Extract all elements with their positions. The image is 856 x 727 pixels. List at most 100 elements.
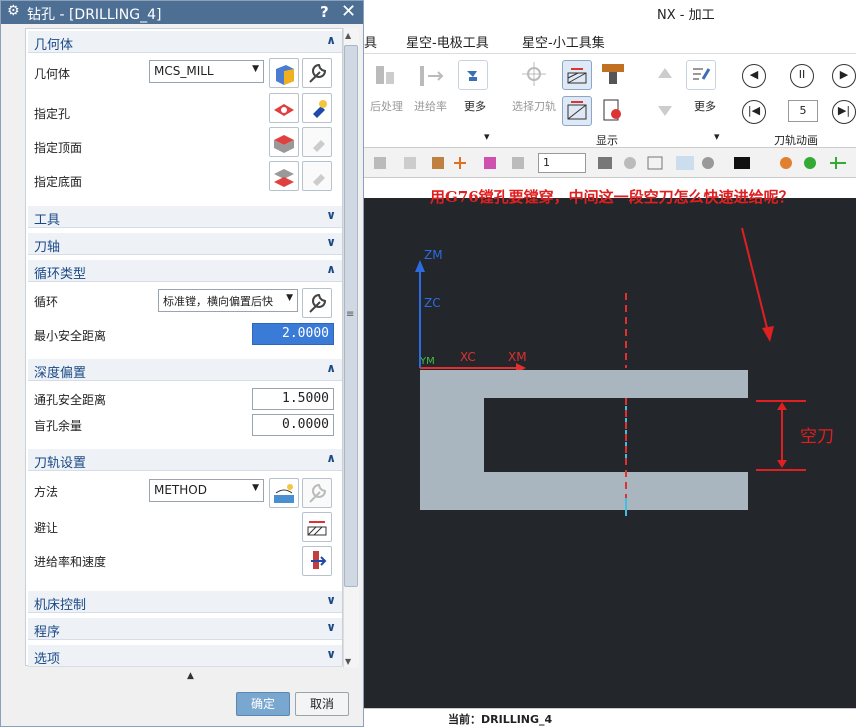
close-icon[interactable]: ✕ xyxy=(341,1,356,22)
drilling-viewport-drawing xyxy=(415,227,806,516)
section-geometry-title: 几何体 xyxy=(34,38,74,53)
section-tool[interactable]: 工具 ∨ xyxy=(28,206,342,228)
gear-icon[interactable]: ⚙ xyxy=(7,3,20,19)
more2-dropdown-icon[interactable] xyxy=(686,60,716,90)
section-path-settings[interactable]: 刀轨设置 ∧ xyxy=(28,449,342,471)
geometry-label: 几何体 xyxy=(34,67,71,81)
display-group-label: 显示 xyxy=(596,134,618,147)
geometry-select-value: MCS_MILL xyxy=(154,64,214,78)
more-chevron-icon[interactable]: ▾ xyxy=(484,130,490,143)
more-dropdown-icon[interactable] xyxy=(458,60,488,90)
min-clearance-input[interactable]: 2.0000 xyxy=(252,323,334,345)
section-options-title: 选项 xyxy=(34,652,61,667)
chevron-down-icon[interactable]: ∨ xyxy=(326,647,336,661)
specify-bottom-button[interactable] xyxy=(269,161,299,191)
axis-label-xc: XC xyxy=(460,350,476,364)
section-axis[interactable]: 刀轴 ∨ xyxy=(28,233,342,255)
axis-label-xm: XM xyxy=(508,350,527,364)
post-process-icon[interactable] xyxy=(370,62,400,92)
section-program-title: 程序 xyxy=(34,625,61,640)
display-bottom-flashlight-icon xyxy=(302,161,332,191)
select-path-label: 选择刀轨 xyxy=(512,100,556,113)
layer-select[interactable]: 1 xyxy=(538,153,586,173)
method-select[interactable]: METHOD ▼ xyxy=(149,479,264,502)
section-program[interactable]: 程序 ∨ xyxy=(28,618,342,640)
help-icon[interactable]: ? xyxy=(320,3,329,21)
new-method-button[interactable] xyxy=(269,478,299,508)
more-label: 更多 xyxy=(464,100,486,113)
display-path-button[interactable] xyxy=(562,60,592,90)
cycle-label: 循环 xyxy=(34,295,59,309)
new-geometry-button[interactable] xyxy=(269,58,299,88)
ok-button[interactable]: 确定 xyxy=(236,692,290,716)
chevron-down-icon[interactable]: ∨ xyxy=(326,620,336,634)
chevron-up-icon[interactable]: ∧ xyxy=(326,451,336,465)
feeds-speeds-button[interactable] xyxy=(302,546,332,576)
chevron-down-icon[interactable]: ∨ xyxy=(326,593,336,607)
chevron-up-icon[interactable]: ∧ xyxy=(326,361,336,375)
specify-bottom-label: 指定底面 xyxy=(34,175,83,189)
section-machine-control[interactable]: 机床控制 ∨ xyxy=(28,591,342,613)
nx-view-toolbar: 1 xyxy=(364,148,856,178)
blind-stock-input[interactable]: 0.0000 xyxy=(252,414,334,436)
pause-icon[interactable]: II xyxy=(790,64,814,88)
dialog-title-bar[interactable]: ⚙ 钻孔 - [DRILLING_4] ? ✕ xyxy=(1,1,363,24)
chevron-down-icon[interactable]: ∨ xyxy=(326,235,336,249)
specify-hole-button[interactable] xyxy=(269,93,299,123)
step-forward-icon[interactable]: ▶| xyxy=(832,100,856,124)
menu-item-electrode-tools[interactable]: 星空-电极工具 xyxy=(406,32,489,51)
tool-display-icon[interactable] xyxy=(598,60,628,90)
section-path-title: 刀轨设置 xyxy=(34,456,87,471)
chevron-up-icon[interactable]: ∧ xyxy=(326,33,336,47)
section-axis-title: 刀轴 xyxy=(34,240,61,255)
feed-rate-icon[interactable] xyxy=(416,62,446,92)
scroll-down-icon[interactable]: ▼ xyxy=(345,657,351,666)
rewind-icon[interactable]: ◀ xyxy=(742,64,766,88)
display-region-button[interactable] xyxy=(562,96,592,126)
scroll-up-icon[interactable]: ▲ xyxy=(345,31,351,40)
nx-title-bar: NX - 加工 xyxy=(364,0,856,24)
edit-geometry-wrench-button[interactable] xyxy=(302,58,332,88)
dropdown-arrow-icon: ▼ xyxy=(286,293,293,303)
axis-label-zm: ZM xyxy=(424,248,443,262)
more2-chevron-icon[interactable]: ▾ xyxy=(714,130,720,143)
select-path-icon[interactable] xyxy=(518,60,548,90)
display-settings-icon[interactable] xyxy=(598,96,628,126)
section-options[interactable]: 选项 ∨ xyxy=(28,645,342,667)
arrow-down-icon[interactable] xyxy=(650,96,680,126)
cancel-button[interactable]: 取消 xyxy=(295,692,349,716)
section-depth-offset[interactable]: 深度偏置 ∧ xyxy=(28,359,342,381)
post-process-label: 后处理 xyxy=(370,100,403,113)
chevron-down-icon[interactable]: ∨ xyxy=(326,208,336,222)
play-icon[interactable]: ▶ xyxy=(832,64,856,88)
avoid-label: 避让 xyxy=(34,521,59,535)
cycle-select[interactable]: 标准镗，横向偏置后快 ▼ xyxy=(158,289,298,312)
section-geometry[interactable]: 几何体 ∧ xyxy=(28,31,342,53)
arrow-up-icon[interactable] xyxy=(650,60,680,90)
geometry-select[interactable]: MCS_MILL ▼ xyxy=(149,60,264,83)
status-bar: 当前：DRILLING_4 xyxy=(364,708,856,727)
feed-rate-label: 进给率 xyxy=(414,100,447,113)
dialog-title: 钻孔 - [DRILLING_4] xyxy=(27,7,162,23)
method-select-value: METHOD xyxy=(154,483,207,497)
through-clearance-label: 通孔安全距离 xyxy=(34,393,107,407)
section-cycle-type[interactable]: 循环类型 ∧ xyxy=(28,260,342,282)
edit-cycle-wrench-button[interactable] xyxy=(302,288,332,318)
specify-hole-label: 指定孔 xyxy=(34,107,71,121)
blind-stock-label: 盲孔余量 xyxy=(34,419,83,433)
through-clearance-input[interactable]: 1.5000 xyxy=(252,388,334,410)
view-mode-icons[interactable] xyxy=(370,154,540,172)
axis-label-ym: YM xyxy=(420,356,435,367)
step-back-icon[interactable]: |◀ xyxy=(742,100,766,124)
section-tool-title: 工具 xyxy=(34,213,61,228)
menu-item-tools[interactable]: 具 xyxy=(364,32,377,51)
render-style-icons[interactable] xyxy=(596,154,851,172)
specify-top-button[interactable] xyxy=(269,127,299,157)
chevron-up-icon[interactable]: ∧ xyxy=(326,262,336,276)
animation-speed-stepper[interactable]: 5 xyxy=(788,100,818,122)
menu-item-small-tools[interactable]: 星空-小工具集 xyxy=(522,32,605,51)
collapse-dialog-icon[interactable]: ▲ xyxy=(187,671,194,681)
graphics-canvas[interactable]: 用G76镗孔要镗穿，中间这一段空刀怎么快速进给呢？ 空刀 ZM ZC XC XM… xyxy=(364,188,856,708)
avoidance-button[interactable] xyxy=(302,512,332,542)
display-hole-flashlight-button[interactable] xyxy=(302,93,332,123)
